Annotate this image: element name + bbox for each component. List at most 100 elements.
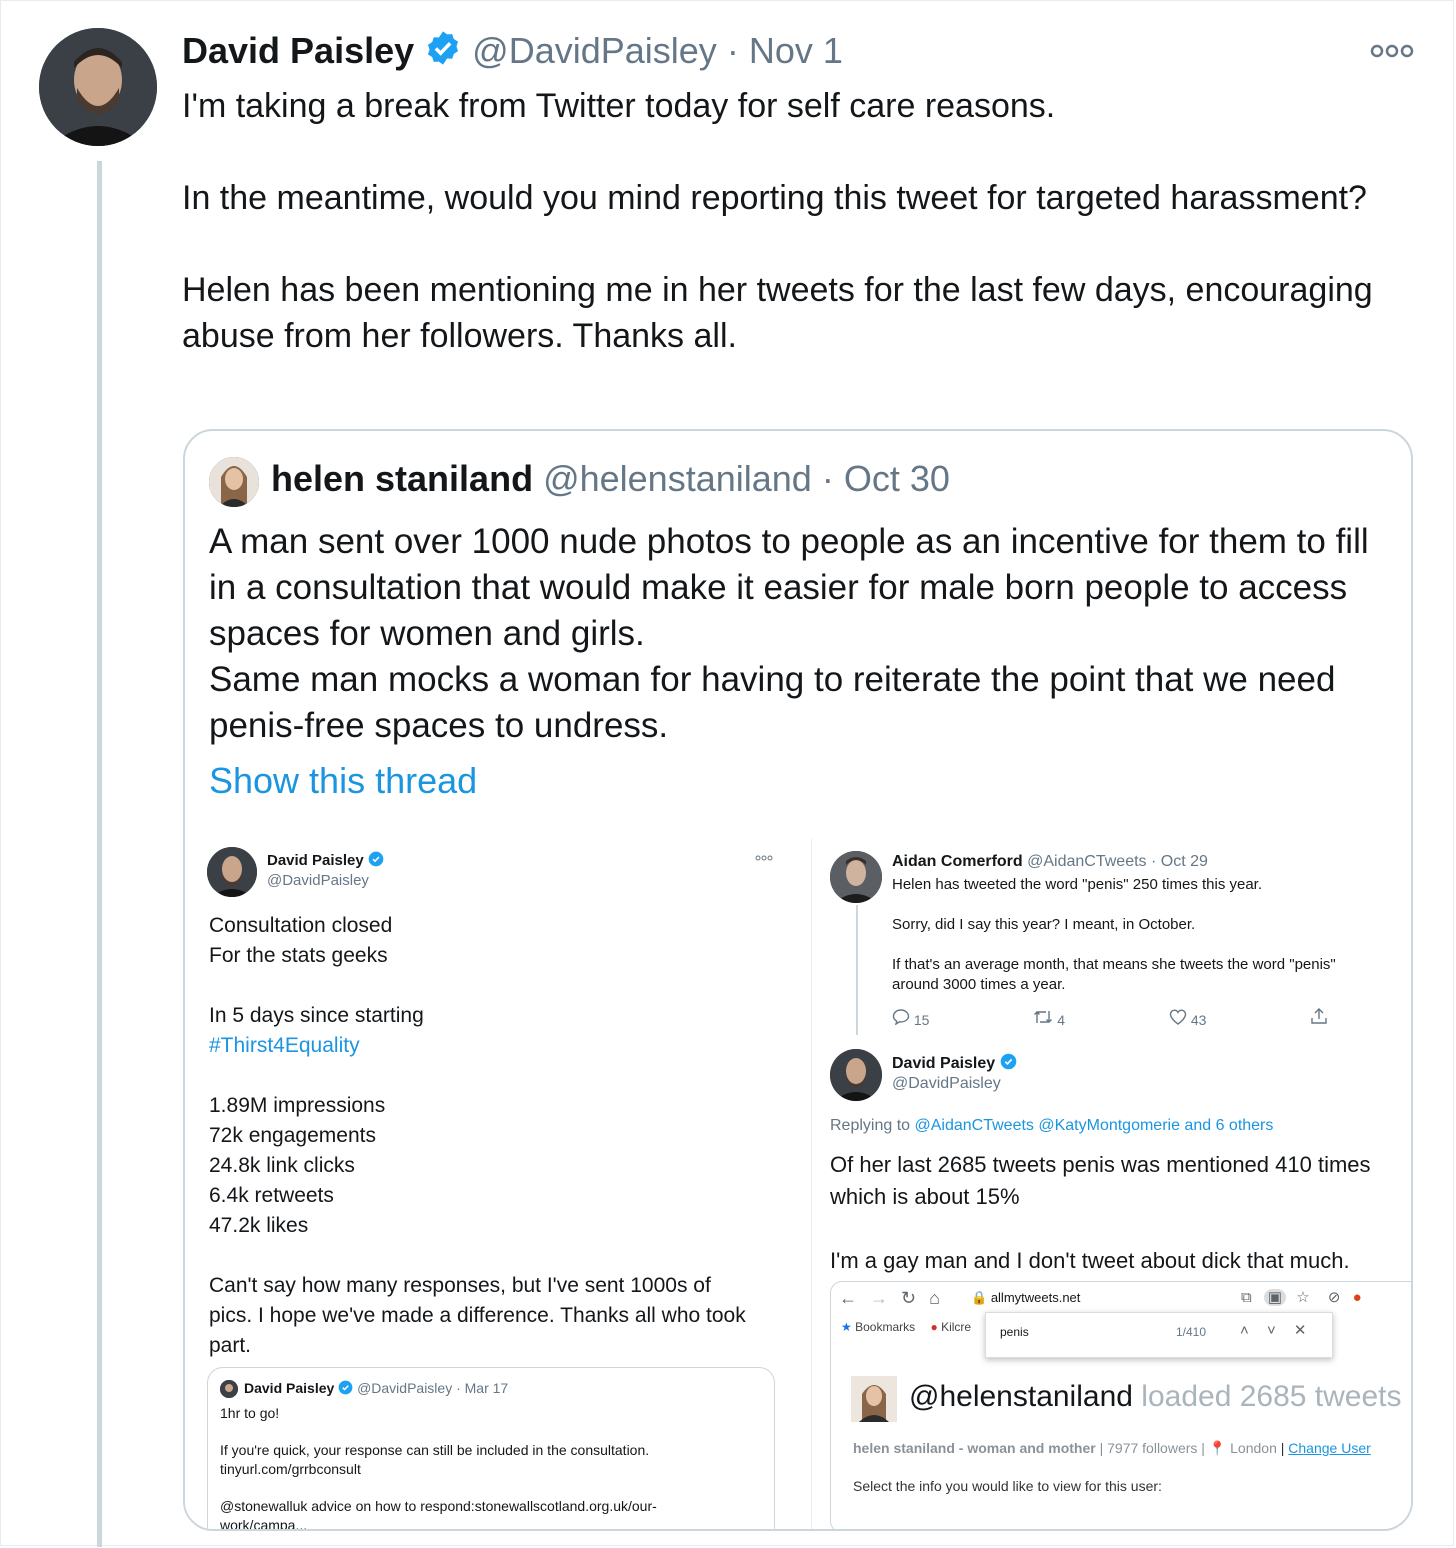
reply-comment-icon xyxy=(892,1009,910,1028)
embedded-screenshot-left[interactable]: David Paisley @DavidPaisley Consultation… xyxy=(185,839,787,1531)
embedded-line: For the stats geeks xyxy=(209,944,388,967)
reply-line: If that's an average month, that means s… xyxy=(892,956,1336,973)
external-link-icon: ⧉ xyxy=(1241,1289,1252,1306)
location-pin-icon: 📍 xyxy=(1208,1440,1227,1456)
quoted-tweet-text: A man sent over 1000 nude photos to peop… xyxy=(209,522,1369,745)
embedded-author-avatar xyxy=(830,1049,882,1101)
tweet-page: David Paisley @DavidPaisley · Nov 1 I'm … xyxy=(0,0,1454,1547)
find-in-page-bar: penis 1/410 ˄ ˅ ✕ xyxy=(985,1312,1333,1358)
reply-thread-line xyxy=(856,905,858,1035)
body-line: which is about 15% xyxy=(830,1184,1020,1209)
tweet-text: I'm taking a break from Twitter today fo… xyxy=(182,87,1373,355)
inner-line: @stonewalluk advice on how to respond:st… xyxy=(220,1498,657,1514)
inner-line: work/campa... xyxy=(220,1517,308,1531)
inner-line: 1hr to go! xyxy=(220,1405,280,1421)
bookmarks-bar: ★ Bookmarks ● Kilcre xyxy=(841,1320,971,1334)
closing-line: pics. I hope we've made a difference. Th… xyxy=(209,1304,746,1327)
browser-screenshot: ← → ↻ ⌂ 🔒 allmytweets.net ⧉ ▣ ☆ ⊘ ● ★ Bo… xyxy=(830,1281,1413,1529)
toolbar-icons: ⧉ ▣ ☆ ⊘ ● xyxy=(1241,1288,1362,1306)
quoted-author-name: helen staniland xyxy=(271,458,534,499)
verified-badge-icon xyxy=(338,1380,353,1398)
inner-tweet-header: David Paisley @DavidPaisley · Mar 17 xyxy=(244,1380,508,1398)
lock-icon: 🔒 xyxy=(971,1290,988,1305)
reply-author-name: Aidan Comerford xyxy=(892,853,1023,870)
quoted-tweet-date: Oct 30 xyxy=(843,458,950,499)
tweets-loaded: loaded 2685 tweets xyxy=(1141,1380,1402,1413)
inner-line: If you're quick, your response can still… xyxy=(220,1442,650,1458)
chevron-down-icon: ˅ xyxy=(1266,1322,1276,1339)
quoted-author-avatar xyxy=(209,457,259,507)
reply-line: Helen has tweeted the word "penis" 250 t… xyxy=(892,876,1263,893)
embedded-screenshot-right[interactable]: Aidan Comerford @AidanCTweets · Oct 29 H… xyxy=(811,839,1413,1529)
bookmark-item: Kilcre xyxy=(941,1320,972,1334)
embedded-line: In 5 days since starting xyxy=(209,1004,424,1027)
verified-badge-icon xyxy=(424,29,462,77)
replying-to-handles: @AidanCTweets @KatyMontgomerie and 6 oth… xyxy=(914,1117,1274,1134)
profile-handle: @helenstaniland xyxy=(909,1380,1133,1413)
replying-to-line: Replying to @AidanCTweets @KatyMontgomer… xyxy=(830,1117,1273,1135)
embedded-author-name: David Paisley xyxy=(892,1055,996,1073)
inner-tweet-date: · Mar 17 xyxy=(456,1380,509,1396)
body-line: Of her last 2685 tweets penis was mentio… xyxy=(830,1152,1371,1177)
closing-line: Can't say how many responses, but I've s… xyxy=(209,1274,711,1297)
closing-line: part. xyxy=(209,1334,252,1357)
reload-icon: ↻ xyxy=(901,1288,917,1308)
reply-author-avatar xyxy=(830,851,882,903)
stat-line: 47.2k likes xyxy=(209,1214,309,1237)
embedded-author-handle: @DavidPaisley xyxy=(892,1075,1001,1092)
profile-bio: helen staniland - woman and mother xyxy=(853,1440,1096,1456)
more-horizontal-icon[interactable] xyxy=(1369,41,1415,61)
reply-text: Helen has tweeted the word "penis" 250 t… xyxy=(892,875,1336,995)
embedded-quoted-tweet: David Paisley @DavidPaisley · Mar 17 1hr… xyxy=(207,1367,775,1531)
embedded-author-avatar xyxy=(207,847,257,897)
quoted-author-handle: @helenstaniland xyxy=(543,458,812,499)
bookmark-star-icon: ★ xyxy=(841,1320,852,1334)
forward-arrow-icon: → xyxy=(870,1288,889,1308)
address-bar: 🔒 allmytweets.net xyxy=(971,1290,1080,1306)
author-avatar[interactable] xyxy=(39,28,157,146)
extension-icon: ● xyxy=(1352,1289,1362,1306)
reply-date: · Oct 29 xyxy=(1150,853,1208,870)
map-pin-icon: ● xyxy=(930,1320,938,1334)
tweet-date[interactable]: Nov 1 xyxy=(749,30,843,71)
home-icon: ⌂ xyxy=(929,1288,941,1308)
like-count: 43 xyxy=(1190,1012,1207,1028)
select-prompt: Select the info you would like to view f… xyxy=(853,1478,1162,1494)
more-horizontal-icon xyxy=(755,849,773,867)
body-line: I'm a gay man and I don't tweet about di… xyxy=(830,1248,1350,1273)
close-icon: ✕ xyxy=(1293,1322,1307,1339)
quoted-tweet-header: helen staniland @helenstaniland · Oct 30 xyxy=(271,457,950,501)
person-photo-icon xyxy=(209,457,259,507)
thread-line xyxy=(97,161,102,1547)
embedded-line: Consultation closed xyxy=(209,914,393,937)
quoted-tweet-card[interactable]: helen staniland @helenstaniland · Oct 30… xyxy=(183,429,1413,1531)
author-handle[interactable]: @DavidPaisley xyxy=(472,30,717,71)
reply-count: 15 xyxy=(913,1012,930,1028)
verified-badge-icon xyxy=(368,851,384,871)
retweet-count: 4 xyxy=(1057,1012,1066,1028)
verified-badge-icon xyxy=(1000,1053,1017,1075)
inner-author-name: David Paisley xyxy=(244,1380,335,1396)
inner-line: tinyurl.com/grrbconsult xyxy=(220,1461,361,1477)
chevron-up-icon: ˄ xyxy=(1240,1322,1249,1339)
tweet-header: David Paisley @DavidPaisley · Nov 1 xyxy=(182,29,843,77)
stat-line: 1.89M impressions xyxy=(209,1094,386,1117)
reply-line: Sorry, did I say this year? I meant, in … xyxy=(892,916,1196,933)
reply-header: Aidan Comerford @AidanCTweets · Oct 29 xyxy=(892,853,1208,871)
header-separator: · xyxy=(726,30,739,71)
stat-line: 72k engagements xyxy=(209,1124,376,1147)
inner-tweet-text: 1hr to go! If you're quick, your respons… xyxy=(220,1404,657,1531)
stat-line: 24.8k link clicks xyxy=(209,1154,355,1177)
bookmarks-overflow: » xyxy=(1411,1320,1413,1334)
embedded-author-line: David Paisley xyxy=(892,1053,1017,1075)
embedded-author-handle: @DavidPaisley xyxy=(267,872,369,889)
embedded-author-line: David Paisley xyxy=(267,851,384,871)
back-arrow-icon: ← xyxy=(839,1288,857,1308)
embedded-author-name: David Paisley xyxy=(267,851,364,869)
page-action-icon: ▣ xyxy=(1263,1289,1287,1306)
bookmarks-label: Bookmarks xyxy=(855,1320,916,1334)
author-name[interactable]: David Paisley xyxy=(182,30,414,71)
retweet-icon xyxy=(1033,1011,1053,1028)
show-thread-link[interactable]: Show this thread xyxy=(209,759,477,803)
find-count: 1/410 xyxy=(1176,1325,1207,1339)
